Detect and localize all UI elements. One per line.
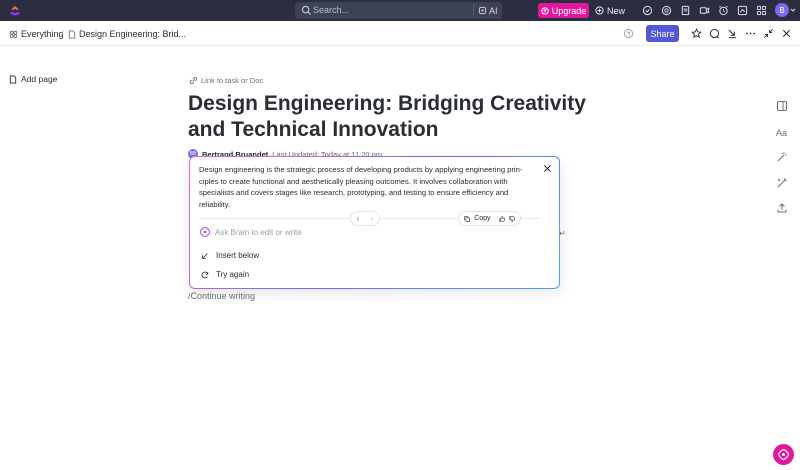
brain-fab-button[interactable] bbox=[773, 444, 794, 465]
link-to-task-button[interactable]: Link to task or Doc bbox=[189, 76, 263, 85]
close-icon[interactable] bbox=[781, 28, 792, 39]
upgrade-button[interactable]: Upgrade bbox=[538, 3, 589, 18]
new-button[interactable]: New bbox=[595, 3, 625, 18]
next-response-button[interactable]: › bbox=[371, 214, 374, 223]
doc-icon bbox=[68, 29, 76, 39]
upload-icon[interactable] bbox=[776, 202, 788, 214]
ai-label: AI bbox=[489, 5, 498, 16]
star-icon[interactable] bbox=[691, 28, 702, 39]
arrow-down-left-icon bbox=[202, 252, 208, 259]
video-icon[interactable] bbox=[699, 5, 710, 16]
breadcrumb-everything[interactable]: Everything bbox=[9, 29, 64, 39]
ai-button[interactable]: AI bbox=[473, 4, 502, 17]
try-again-option[interactable]: Try again bbox=[201, 270, 249, 279]
thumbs-up-icon[interactable] bbox=[498, 215, 505, 223]
enter-arrow-icon: ↵ bbox=[559, 229, 566, 238]
ai-response-popover: Design engineering is the strategic proc… bbox=[189, 156, 560, 289]
breadcrumb-current-doc[interactable]: Design Engineering: Brid... bbox=[68, 29, 186, 39]
text-format-icon[interactable]: Aa bbox=[776, 126, 788, 138]
add-page-button[interactable]: Add page bbox=[9, 74, 57, 84]
plus-circle-icon bbox=[595, 6, 604, 15]
ai-sparkle-icon bbox=[478, 6, 487, 15]
copy-button[interactable]: Copy bbox=[474, 215, 490, 222]
import-icon[interactable] bbox=[727, 28, 738, 39]
everything-grid-icon bbox=[9, 30, 18, 38]
brain-ai-icon bbox=[200, 227, 210, 237]
response-actions: Copy bbox=[458, 211, 521, 226]
clickup-logo-icon[interactable] bbox=[9, 4, 21, 17]
copy-icon bbox=[464, 215, 470, 222]
ai-popover-body: Design engineering is the strategic proc… bbox=[190, 157, 559, 288]
more-options-icon[interactable] bbox=[745, 28, 756, 39]
whiteboard-icon[interactable] bbox=[737, 5, 748, 16]
user-avatar[interactable]: B bbox=[775, 3, 789, 17]
goals-icon[interactable] bbox=[661, 5, 672, 16]
ask-brain-input[interactable] bbox=[215, 227, 465, 237]
ask-brain-row bbox=[200, 227, 465, 237]
insert-below-option[interactable]: Insert below bbox=[201, 251, 259, 260]
search-placeholder: Search... bbox=[313, 5, 350, 15]
breadcrumb-separator: / bbox=[61, 29, 64, 39]
sidebar-panel-icon[interactable] bbox=[776, 100, 788, 112]
chevron-down-icon[interactable] bbox=[790, 7, 796, 13]
brain-ai-icon bbox=[778, 449, 789, 460]
comment-icon[interactable] bbox=[709, 28, 720, 39]
svg-text:Aa: Aa bbox=[776, 128, 787, 138]
search-bar[interactable]: Search... AI bbox=[295, 2, 502, 19]
breadcrumb-bar: Everything / Design Engineering: Brid...… bbox=[0, 21, 800, 46]
share-button[interactable]: Share bbox=[646, 25, 679, 42]
previous-response-button[interactable]: ‹ bbox=[357, 214, 360, 223]
continue-writing-command[interactable]: /Continue writing bbox=[188, 291, 255, 301]
search-icon bbox=[301, 5, 312, 16]
collapse-icon[interactable] bbox=[763, 28, 774, 39]
link-icon bbox=[189, 76, 198, 85]
ai-wand-icon[interactable] bbox=[776, 151, 788, 163]
magic-edit-icon[interactable] bbox=[776, 177, 788, 189]
response-navigation: ‹ › bbox=[350, 211, 380, 226]
alarm-clock-icon[interactable] bbox=[718, 5, 729, 16]
top-bar: Search... AI Upgrade New B bbox=[0, 0, 800, 21]
retry-icon bbox=[201, 271, 209, 278]
upgrade-icon bbox=[541, 6, 549, 15]
check-circle-icon[interactable] bbox=[642, 5, 653, 16]
ai-response-text: Design engineering is the strategic proc… bbox=[199, 165, 523, 209]
tag-icon[interactable] bbox=[623, 28, 634, 39]
thumbs-down-icon[interactable] bbox=[509, 215, 515, 223]
apps-grid-icon[interactable] bbox=[756, 5, 767, 16]
add-page-icon bbox=[9, 74, 17, 84]
page-title: Design Engineering: Bridging Creativity … bbox=[188, 92, 586, 141]
docs-icon[interactable] bbox=[680, 5, 691, 16]
close-popover-icon[interactable] bbox=[543, 164, 552, 173]
